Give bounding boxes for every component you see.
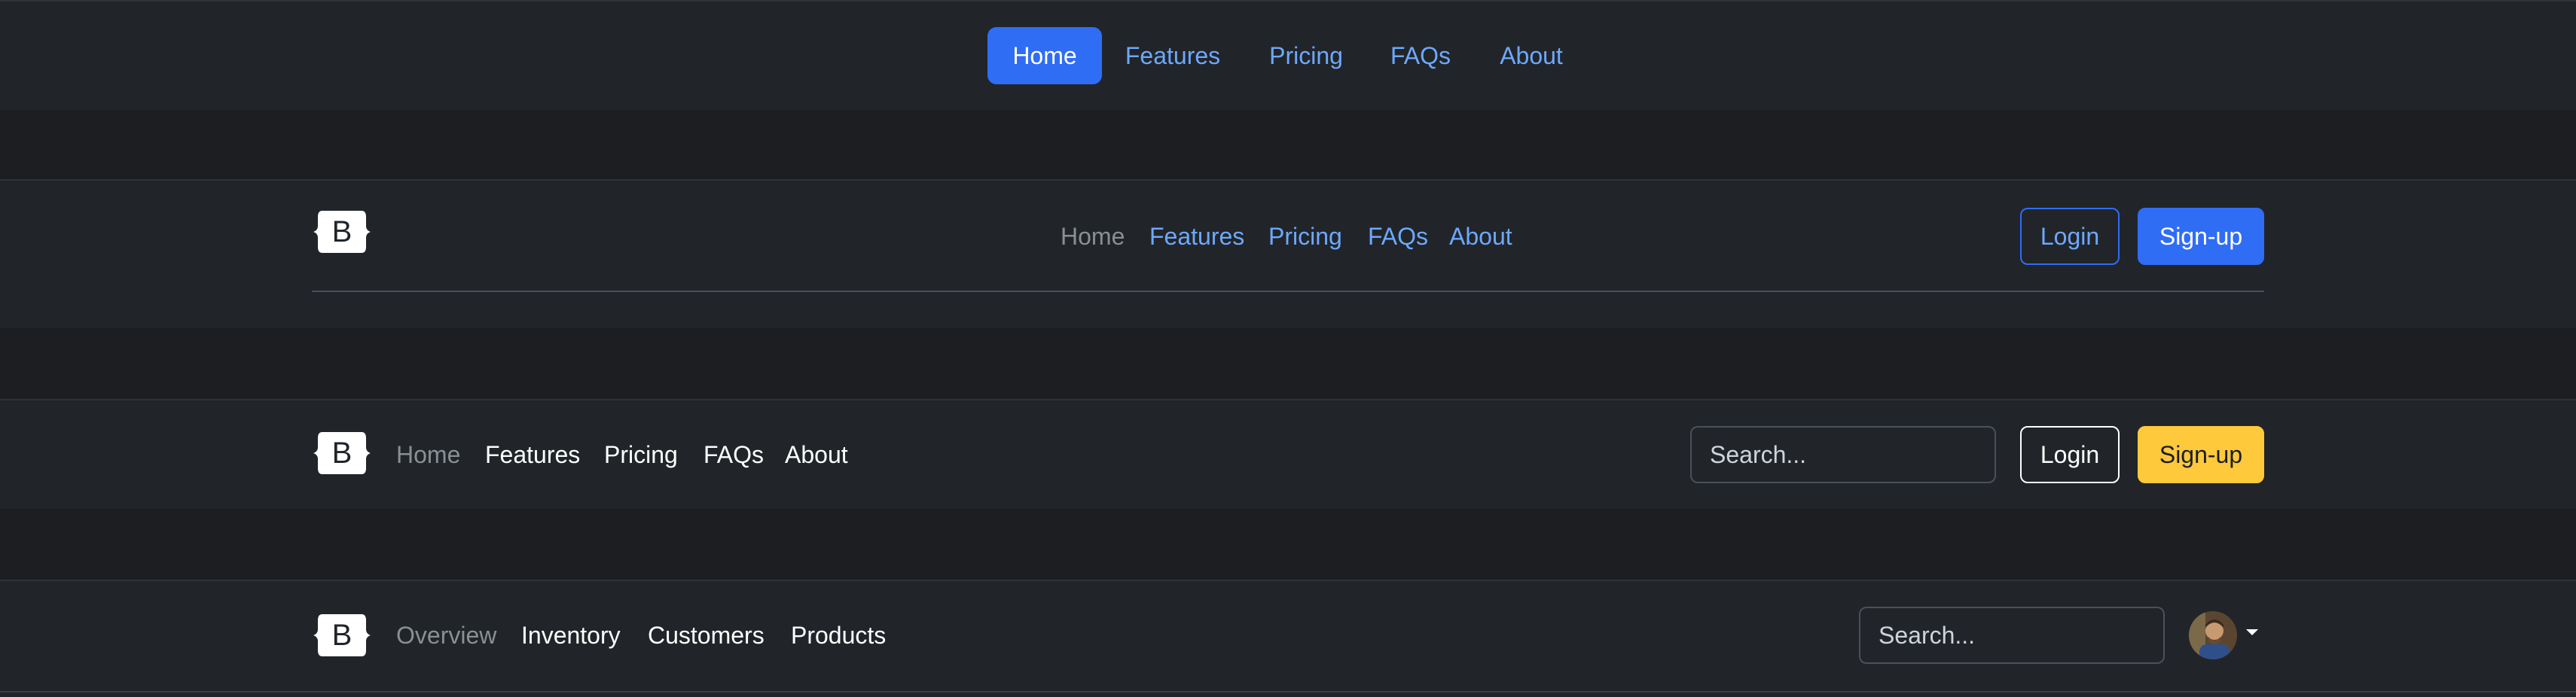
- nav-pill-pricing[interactable]: Pricing: [1254, 27, 1358, 84]
- login-button[interactable]: Login: [2020, 208, 2120, 265]
- band-divider: [0, 580, 2576, 581]
- nav-link-overview[interactable]: Overview: [396, 620, 496, 650]
- header-divider: [312, 291, 2264, 292]
- bootstrap-logo-icon[interactable]: B: [312, 611, 372, 659]
- band-divider: [0, 0, 2576, 2]
- bootstrap-logo-icon[interactable]: B: [312, 208, 372, 256]
- nav-link-home[interactable]: Home: [1061, 221, 1125, 251]
- band-divider: [0, 691, 2576, 692]
- nav-pill-about[interactable]: About: [1490, 27, 1573, 84]
- search-input[interactable]: [1690, 426, 1996, 483]
- signup-button[interactable]: Sign-up: [2138, 426, 2264, 483]
- band-divider: [0, 399, 2576, 400]
- band-divider: [0, 179, 2576, 181]
- nav-pill-home[interactable]: Home: [987, 27, 1102, 84]
- nav-link-faqs[interactable]: FAQs: [704, 440, 764, 470]
- bootstrap-logo-icon[interactable]: B: [312, 429, 372, 477]
- nav-link-home[interactable]: Home: [396, 440, 460, 470]
- svg-text:B: B: [332, 619, 353, 652]
- caret-down-icon[interactable]: [2245, 626, 2260, 638]
- nav-link-pricing[interactable]: Pricing: [1268, 221, 1342, 251]
- nav-link-products[interactable]: Products: [791, 620, 886, 650]
- nav-link-faqs[interactable]: FAQs: [1368, 221, 1428, 251]
- nav-link-customers[interactable]: Customers: [648, 620, 765, 650]
- search-input[interactable]: [1859, 607, 2165, 664]
- nav-pill-features[interactable]: Features: [1113, 27, 1233, 84]
- nav-link-features[interactable]: Features: [1149, 221, 1244, 251]
- nav-link-features[interactable]: Features: [485, 440, 580, 470]
- svg-text:B: B: [332, 215, 353, 248]
- signup-button[interactable]: Sign-up: [2138, 208, 2264, 265]
- nav-pill-faqs[interactable]: FAQs: [1383, 27, 1458, 84]
- nav-link-pricing[interactable]: Pricing: [604, 440, 678, 470]
- nav-link-about[interactable]: About: [785, 440, 848, 470]
- user-avatar[interactable]: [2189, 611, 2237, 659]
- nav-link-inventory[interactable]: Inventory: [521, 620, 621, 650]
- svg-text:B: B: [332, 437, 353, 470]
- nav-link-about[interactable]: About: [1449, 221, 1512, 251]
- login-button[interactable]: Login: [2020, 426, 2120, 483]
